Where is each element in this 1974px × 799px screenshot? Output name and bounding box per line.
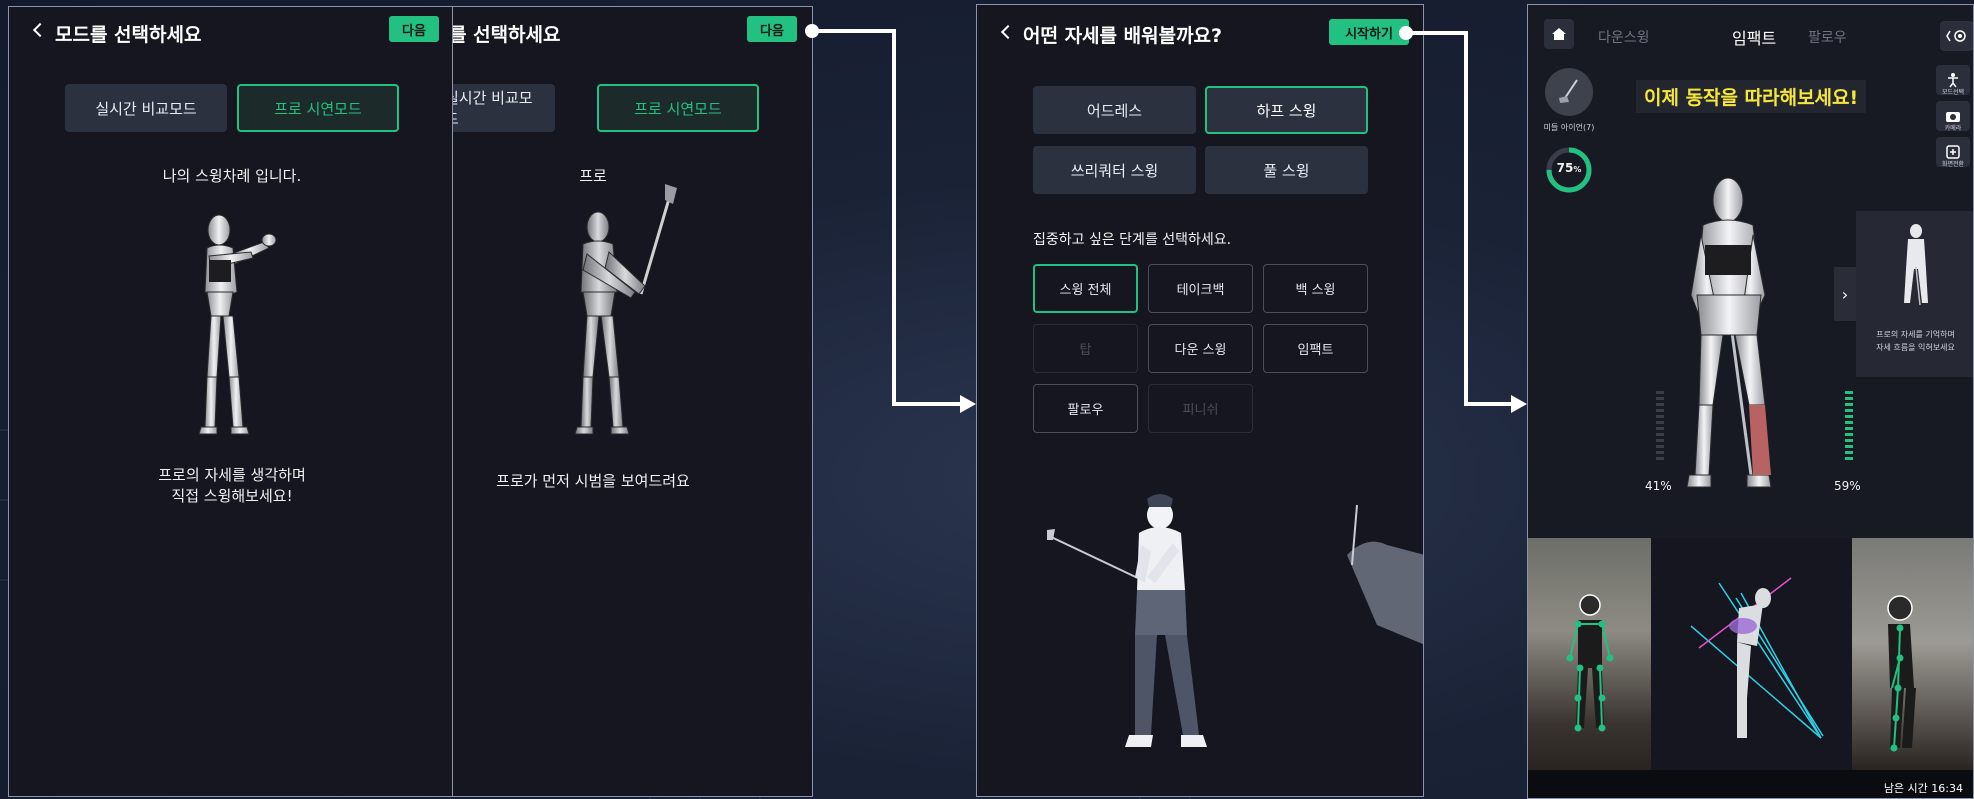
next-button[interactable]: 다음 bbox=[389, 16, 439, 42]
home-icon bbox=[1552, 28, 1566, 40]
stage-finish: 피니쉬 bbox=[1148, 384, 1253, 433]
mode-select-screen-pro: 를 선택하세요 다음 실시간 비교모드 프로 시연모드 프로 프로가 먼저 시범… bbox=[452, 6, 813, 797]
back-arrow-icon[interactable] bbox=[32, 22, 48, 38]
pose-half-swing-button[interactable]: 하프 스윙 bbox=[1205, 86, 1368, 134]
start-button[interactable]: 시작하기 bbox=[1329, 19, 1409, 45]
club-label: 미들 아이언(7) bbox=[1543, 123, 1595, 132]
pro-preview-panel: 프로의 자세를 기억하며 자세 흐름을 익혀보세요 bbox=[1856, 211, 1973, 377]
right-weight-percent: 59% bbox=[1834, 479, 1861, 493]
tab-impact[interactable]: 임팩트 bbox=[1732, 25, 1776, 49]
pose-mode-label: 모드선택 bbox=[1941, 89, 1965, 96]
bottom-bar: 남은 시간 16:34 bbox=[1528, 770, 1973, 798]
camera-feed-front bbox=[1528, 538, 1651, 770]
progress-unit: % bbox=[1573, 165, 1582, 174]
pro-preview-arrow[interactable]: › bbox=[1834, 267, 1856, 321]
stage-impact[interactable]: 임팩트 bbox=[1263, 324, 1368, 373]
stage-takeback[interactable]: 테이크백 bbox=[1148, 264, 1253, 313]
instruction-banner: 이제 동작을 따라해보세요! bbox=[1636, 80, 1867, 113]
camera-feed-side bbox=[1852, 538, 1973, 770]
rotate-label: 화면전환 bbox=[1941, 161, 1965, 168]
right-balance-meter bbox=[1845, 391, 1853, 460]
next-button[interactable]: 다음 bbox=[747, 16, 797, 42]
caption-bottom: 프로가 먼저 시범을 보여드려요 bbox=[496, 472, 690, 490]
progress-number: 75 bbox=[1556, 161, 1574, 175]
left-weight-percent: 41% bbox=[1645, 479, 1672, 493]
page-title: 를 선택하세요 bbox=[452, 24, 561, 46]
left-balance-meter bbox=[1656, 391, 1664, 460]
pro-preview-figure bbox=[1904, 224, 1928, 306]
pose-full-swing-button[interactable]: 풀 스윙 bbox=[1205, 146, 1368, 194]
caption-bottom-line1: 프로의 자세를 생각하며 bbox=[158, 466, 306, 484]
user-mannequin bbox=[1686, 177, 1772, 488]
page-title: 어떤 자세를 배워볼까요? bbox=[1023, 25, 1223, 47]
camera-label: 카메라 bbox=[1944, 125, 1962, 132]
pose-address-button[interactable]: 어드레스 bbox=[1033, 86, 1196, 134]
stage-downswing[interactable]: 다운 스윙 bbox=[1148, 324, 1253, 373]
screen-switch-icon bbox=[1946, 145, 1960, 159]
tab-follow[interactable]: 팔로우 bbox=[1808, 27, 1847, 47]
practice-screen: 다운스윙 임팩트 팔로우 미들 아이언(7) 75% 이제 동작을 따라해보세요… bbox=[1527, 4, 1974, 799]
pose-three-quarter-button[interactable]: 쓰리쿼터 스윙 bbox=[1033, 146, 1196, 194]
skeleton-analysis-view bbox=[1651, 538, 1852, 770]
home-button[interactable] bbox=[1544, 19, 1574, 49]
golfer-illustration bbox=[1047, 494, 1423, 747]
stage-prompt: 집중하고 싶은 단계를 선택하세요. bbox=[1033, 232, 1232, 248]
pro-mannequin-figure bbox=[574, 184, 677, 435]
back-arrow-icon[interactable] bbox=[1000, 24, 1016, 40]
hint-line2: 자세 흐름을 익혀보세요 bbox=[1876, 343, 1955, 352]
person-icon bbox=[1948, 73, 1958, 88]
caption-top: 나의 스윙차례 입니다. bbox=[162, 167, 302, 185]
mode-pro-button[interactable]: 프로 시연모드 bbox=[237, 84, 399, 132]
mannequin-figure bbox=[198, 214, 277, 435]
caption-bottom-line2: 직접 스윙해보세요! bbox=[171, 487, 293, 505]
stage-backswing[interactable]: 백 스윙 bbox=[1263, 264, 1368, 313]
mode-realtime-button[interactable]: 실시간 비교모드 bbox=[65, 84, 227, 132]
tab-downswing[interactable]: 다운스윙 bbox=[1598, 27, 1650, 47]
remaining-time: 남은 시간 16:34 bbox=[1883, 782, 1963, 795]
gear-icon bbox=[1946, 30, 1966, 42]
settings-button[interactable] bbox=[1940, 21, 1973, 51]
mode-realtime-button[interactable]: 실시간 비교모드 bbox=[453, 84, 555, 132]
mode-select-screen-realtime: 모드를 선택하세요 다음 실시간 비교모드 프로 시연모드 나의 스윙차례 입니… bbox=[8, 6, 454, 797]
mode-pro-button[interactable]: 프로 시연모드 bbox=[597, 84, 759, 132]
stage-full-swing[interactable]: 스윙 전체 bbox=[1033, 264, 1138, 313]
club-icon[interactable] bbox=[1545, 68, 1593, 116]
camera-icon bbox=[1946, 112, 1960, 122]
progress-value: 75% bbox=[1544, 161, 1594, 175]
stage-top: 탑 bbox=[1033, 324, 1138, 373]
pose-select-screen: 어떤 자세를 배워볼까요? 시작하기 어드레스 하프 스윙 쓰리쿼터 스윙 풀 … bbox=[976, 4, 1424, 797]
page-title: 모드를 선택하세요 bbox=[55, 24, 202, 46]
stage-follow[interactable]: 팔로우 bbox=[1033, 384, 1138, 433]
hint-line1: 프로의 자세를 기억하며 bbox=[1876, 330, 1955, 339]
